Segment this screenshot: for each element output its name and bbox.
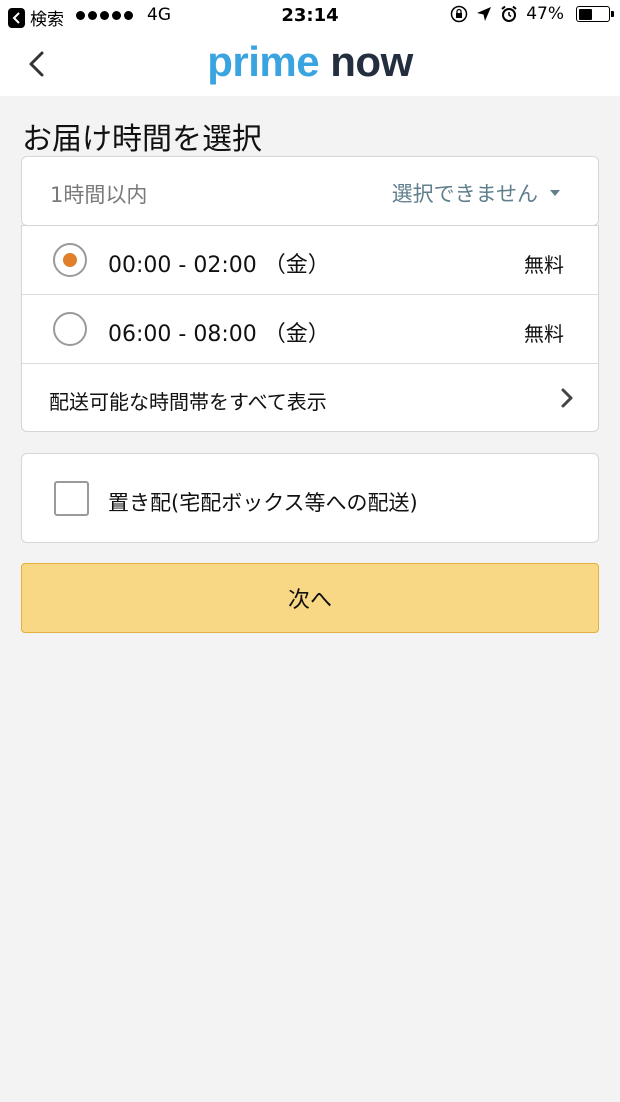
status-bar: 検索 4G 23:14 47% [0,0,620,32]
alarm-icon [501,5,517,22]
slot-time: 06:00 - 08:00 （金） [108,322,330,347]
logo-prime: prime [207,38,320,85]
slot-radio[interactable] [53,312,87,346]
orientation-lock-icon [450,5,468,23]
delivery-window-dropdown[interactable]: 選択できません [392,178,560,208]
battery-percent: 47% [526,4,564,24]
delivery-window-label: 1時間以内 [50,183,148,207]
chevron-right-icon [561,388,573,408]
slot-option[interactable]: 00:00 - 02:00 （金） 無料 [22,226,598,295]
slot-list: 00:00 - 02:00 （金） 無料 06:00 - 08:00 （金） 無… [21,225,599,432]
slot-price: 無料 [524,322,564,346]
slot-time: 00:00 - 02:00 （金） [108,253,330,278]
slot-option[interactable]: 06:00 - 08:00 （金） 無料 [22,295,598,364]
leave-at-door-option[interactable]: 置き配(宅配ボックス等への配送) [21,453,599,543]
show-all-slots-link[interactable]: 配送可能な時間帯をすべて表示 [22,364,598,432]
dropdown-value: 選択できません [391,182,538,206]
leave-at-door-checkbox[interactable] [54,481,89,516]
leave-at-door-label: 置き配(宅配ボックス等への配送) [108,491,418,515]
slot-price: 無料 [524,253,564,277]
caret-down-icon [550,190,560,196]
delivery-window-selector: 1時間以内 選択できません [21,156,599,226]
show-all-slots-label: 配送可能な時間帯をすべて表示 [49,390,327,414]
slot-radio[interactable] [53,243,87,277]
page-title: お届け時間を選択 [22,122,262,157]
location-arrow-icon [477,7,492,21]
prime-now-logo: prime now [0,38,620,86]
nav-bar: prime now [0,32,620,96]
logo-now: now [330,38,413,85]
next-button[interactable]: 次へ [21,563,599,633]
battery-icon [576,6,614,22]
status-right: 47% [450,4,614,24]
